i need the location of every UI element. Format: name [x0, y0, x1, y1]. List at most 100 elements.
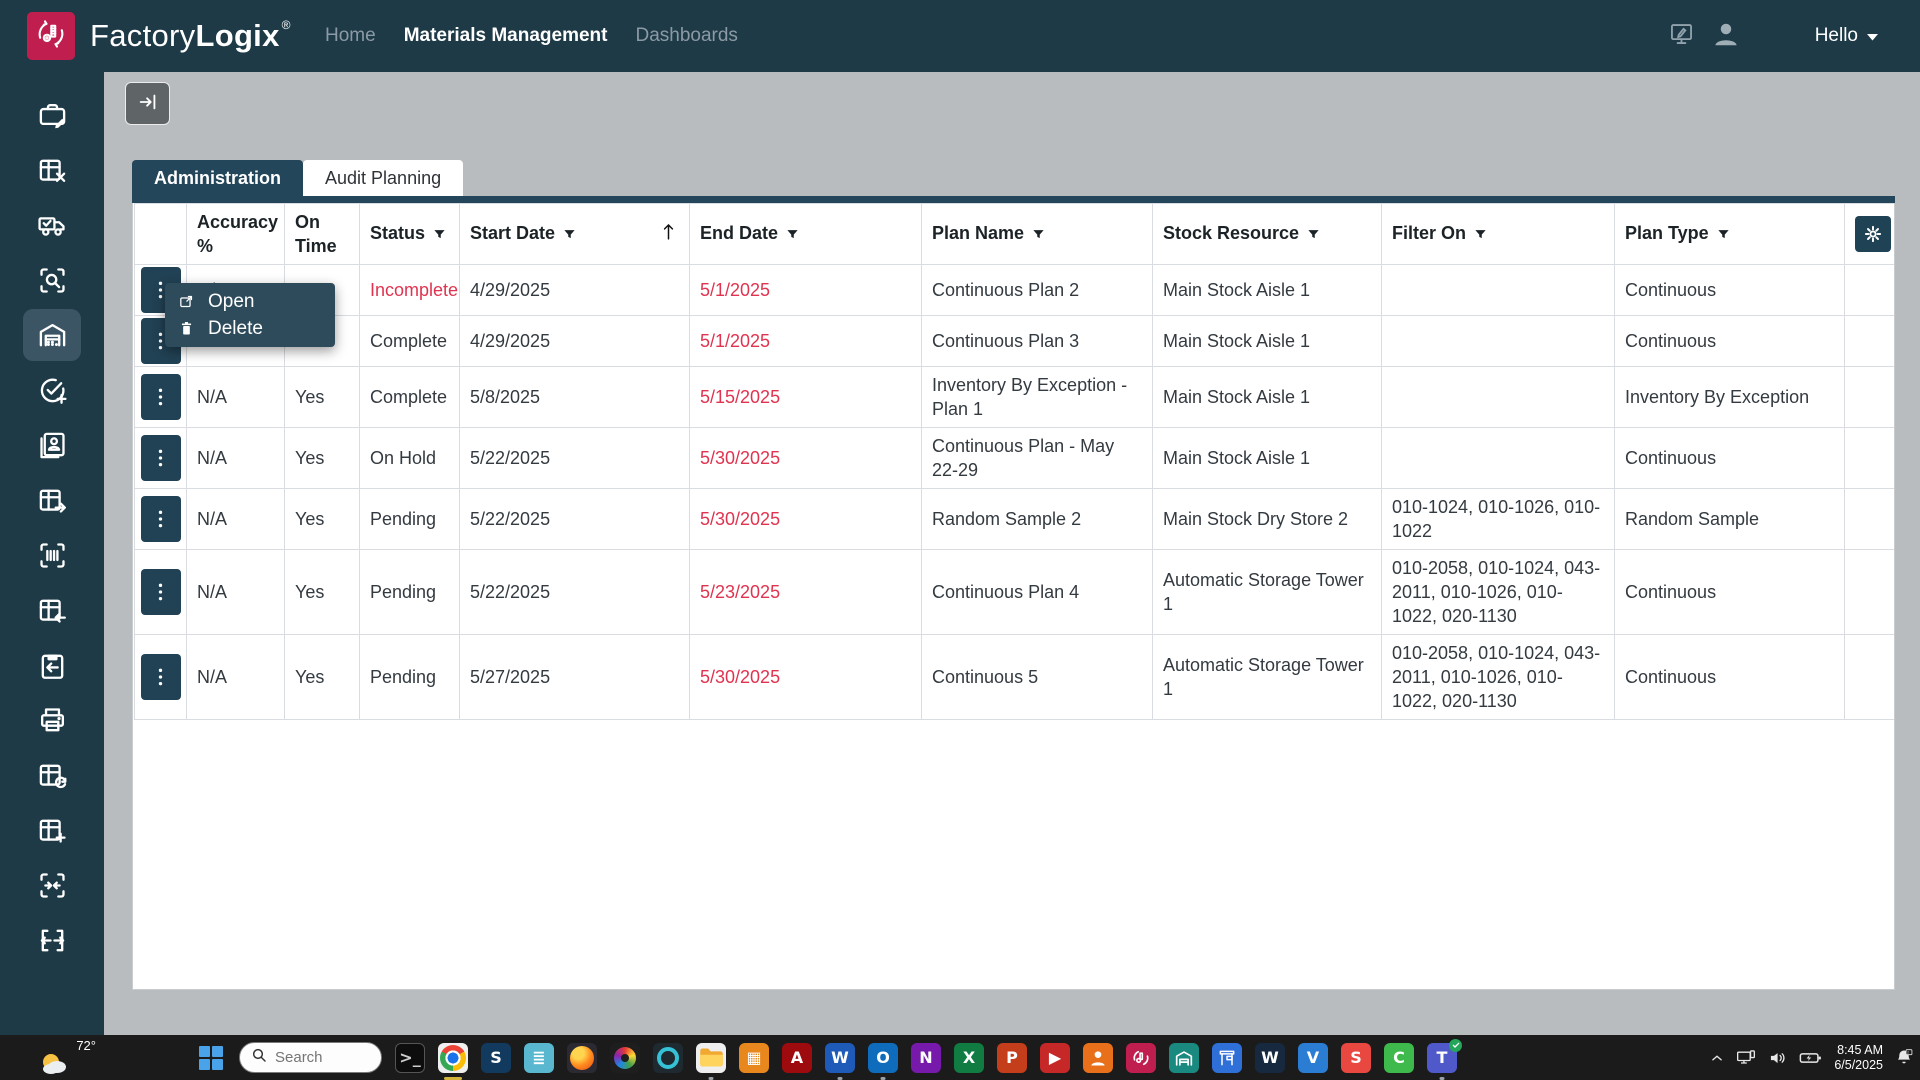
row-menu-button[interactable]: [141, 496, 181, 542]
filter-funnel-icon[interactable]: [563, 223, 576, 247]
taskbar-snagit-icon[interactable]: S: [1341, 1043, 1371, 1073]
filter-funnel-icon[interactable]: [1717, 223, 1730, 247]
row-menu-button[interactable]: [141, 569, 181, 615]
taskbar-clock[interactable]: 8:45 AM 6/5/2025: [1834, 1043, 1883, 1073]
sidebar-item-truck-check[interactable]: [27, 202, 77, 248]
row-menu-button[interactable]: [141, 654, 181, 700]
table-row[interactable]: N/AYesOn Hold5/22/20255/30/2025Continuou…: [135, 428, 1895, 489]
taskbar-chrome-icon[interactable]: [438, 1043, 468, 1073]
battery-icon[interactable]: [1799, 1049, 1823, 1067]
table-row[interactable]: N/ANoIncomplete4/29/20255/1/2025Continuo…: [135, 265, 1895, 316]
col-header-end_date[interactable]: End Date: [690, 204, 922, 265]
row-menu-button[interactable]: [141, 435, 181, 481]
taskbar-w-admin-icon[interactable]: W: [1255, 1043, 1285, 1073]
col-header-plan_name[interactable]: Plan Name: [922, 204, 1153, 265]
speaker-icon[interactable]: [1768, 1048, 1788, 1068]
kebab-icon: [158, 509, 163, 529]
taskbar-notepad-icon[interactable]: ≣: [524, 1043, 554, 1073]
filter-funnel-icon[interactable]: [433, 223, 446, 247]
col-header-stock_resource[interactable]: Stock Resource: [1153, 204, 1382, 265]
context-menu-item-delete[interactable]: Delete: [165, 315, 335, 342]
cell-filter_on: [1382, 265, 1615, 316]
taskbar-firefox-icon[interactable]: [567, 1043, 597, 1073]
sidebar-item-table-import[interactable]: [27, 587, 77, 633]
taskbar-outlook-icon[interactable]: O: [868, 1043, 898, 1073]
taskbar-people-app-icon[interactable]: [1083, 1043, 1113, 1073]
taskbar-visio-icon[interactable]: V: [1298, 1043, 1328, 1073]
taskbar-onenote-icon[interactable]: N: [911, 1043, 941, 1073]
notifications-bell-icon[interactable]: z: [1894, 1048, 1914, 1068]
tab-audit-planning[interactable]: Audit Planning: [303, 160, 463, 196]
table-row[interactable]: N/AYesPending5/22/20255/23/2025Continuou…: [135, 550, 1895, 635]
table-row[interactable]: N/AYesPending5/27/20255/30/2025Continuou…: [135, 635, 1895, 720]
row-menu-button[interactable]: [141, 374, 181, 420]
taskbar-org-app-icon[interactable]: ▦: [739, 1043, 769, 1073]
tab-administration[interactable]: Administration: [132, 160, 303, 196]
network-display-icon[interactable]: [1735, 1048, 1757, 1068]
cell-plan_name: Continuous 5: [922, 635, 1153, 720]
sidebar-item-collapse-horizontal[interactable]: [27, 862, 77, 908]
col-header-filter_on[interactable]: Filter On: [1382, 204, 1615, 265]
sidebar-item-expand-horizontal[interactable]: [27, 917, 77, 963]
taskbar-acrobat-icon[interactable]: A: [782, 1043, 812, 1073]
cell-plan_name: Continuous Plan 3: [922, 316, 1153, 367]
sidebar-item-table-export[interactable]: [27, 477, 77, 523]
taskbar-powerpoint-icon[interactable]: P: [997, 1043, 1027, 1073]
sidebar-item-scan-search[interactable]: [27, 257, 77, 303]
sidebar-item-table-add[interactable]: [27, 807, 77, 853]
taskbar-workstation-icon[interactable]: [1212, 1043, 1242, 1073]
sidebar-item-table-remove[interactable]: [27, 147, 77, 193]
pin-panel-button[interactable]: [125, 82, 170, 125]
nav-item-home[interactable]: Home: [325, 25, 376, 47]
table-row[interactable]: Complete4/29/20255/1/2025Continuous Plan…: [135, 316, 1895, 367]
user-icon[interactable]: [1711, 19, 1741, 54]
cell-filter_on: [1382, 367, 1615, 428]
sidebar-item-printer[interactable]: [27, 697, 77, 743]
column-settings-button[interactable]: [1855, 216, 1891, 252]
context-menu-item-open[interactable]: Open: [165, 288, 335, 315]
taskbar-terminal-icon[interactable]: >_: [395, 1043, 425, 1073]
taskbar-file-explorer-icon[interactable]: [696, 1043, 726, 1073]
col-label-plan_type: Plan Type: [1625, 223, 1709, 243]
filter-funnel-icon[interactable]: [1032, 223, 1045, 247]
col-header-settings[interactable]: [1845, 204, 1895, 265]
sidebar-item-briefcase-edit[interactable]: [27, 92, 77, 138]
tray-chevron-up-icon[interactable]: [1710, 1051, 1724, 1065]
sidebar-item-clipboard-return[interactable]: [27, 642, 77, 688]
col-header-status[interactable]: Status: [360, 204, 460, 265]
factorylogix-logo[interactable]: [27, 12, 75, 60]
nav-item-dashboards[interactable]: Dashboards: [635, 25, 737, 47]
sidebar-item-contact-card[interactable]: [27, 422, 77, 468]
weather-widget[interactable]: 72°: [40, 1036, 96, 1079]
taskbar-paint-icon[interactable]: [610, 1043, 640, 1073]
nav-item-materials-management[interactable]: Materials Management: [404, 25, 608, 47]
taskbar-search[interactable]: [239, 1042, 382, 1073]
start-button[interactable]: [196, 1043, 226, 1073]
taskbar-screenconnect-icon[interactable]: S: [481, 1043, 511, 1073]
taskbar-pointer-app-icon[interactable]: ▶: [1040, 1043, 1070, 1073]
sidebar-item-barcode-scan[interactable]: [27, 532, 77, 578]
taskbar-factorylogix-icon[interactable]: [1126, 1043, 1156, 1073]
search-input[interactable]: [275, 1049, 367, 1066]
sidebar-item-check-plus[interactable]: [27, 367, 77, 413]
taskbar-browser-icon[interactable]: [653, 1043, 683, 1073]
sidebar-item-table-refresh[interactable]: [27, 752, 77, 798]
monitor-edit-icon[interactable]: [1668, 20, 1695, 52]
greeting-label: Hello: [1815, 25, 1858, 47]
col-header-plan_type[interactable]: Plan Type: [1615, 204, 1845, 265]
taskbar-teams-icon[interactable]: T: [1427, 1043, 1457, 1073]
filter-funnel-icon[interactable]: [786, 223, 799, 247]
table-row[interactable]: N/AYesComplete5/8/20255/15/2025Inventory…: [135, 367, 1895, 428]
taskbar-factory-app-icon[interactable]: [1169, 1043, 1199, 1073]
taskbar-word-icon[interactable]: W: [825, 1043, 855, 1073]
cell-start_date: 5/8/2025: [460, 367, 690, 428]
taskbar-excel-icon[interactable]: X: [954, 1043, 984, 1073]
table-export-icon: [37, 485, 68, 516]
table-row[interactable]: N/AYesPending5/22/20255/30/2025Random Sa…: [135, 489, 1895, 550]
sidebar-item-warehouse[interactable]: [23, 309, 81, 361]
filter-funnel-icon[interactable]: [1307, 223, 1320, 247]
taskbar-camtasia-icon[interactable]: C: [1384, 1043, 1414, 1073]
user-menu[interactable]: Hello: [1815, 25, 1878, 47]
col-header-start_date[interactable]: Start Date: [460, 204, 690, 265]
filter-funnel-icon[interactable]: [1474, 223, 1487, 247]
